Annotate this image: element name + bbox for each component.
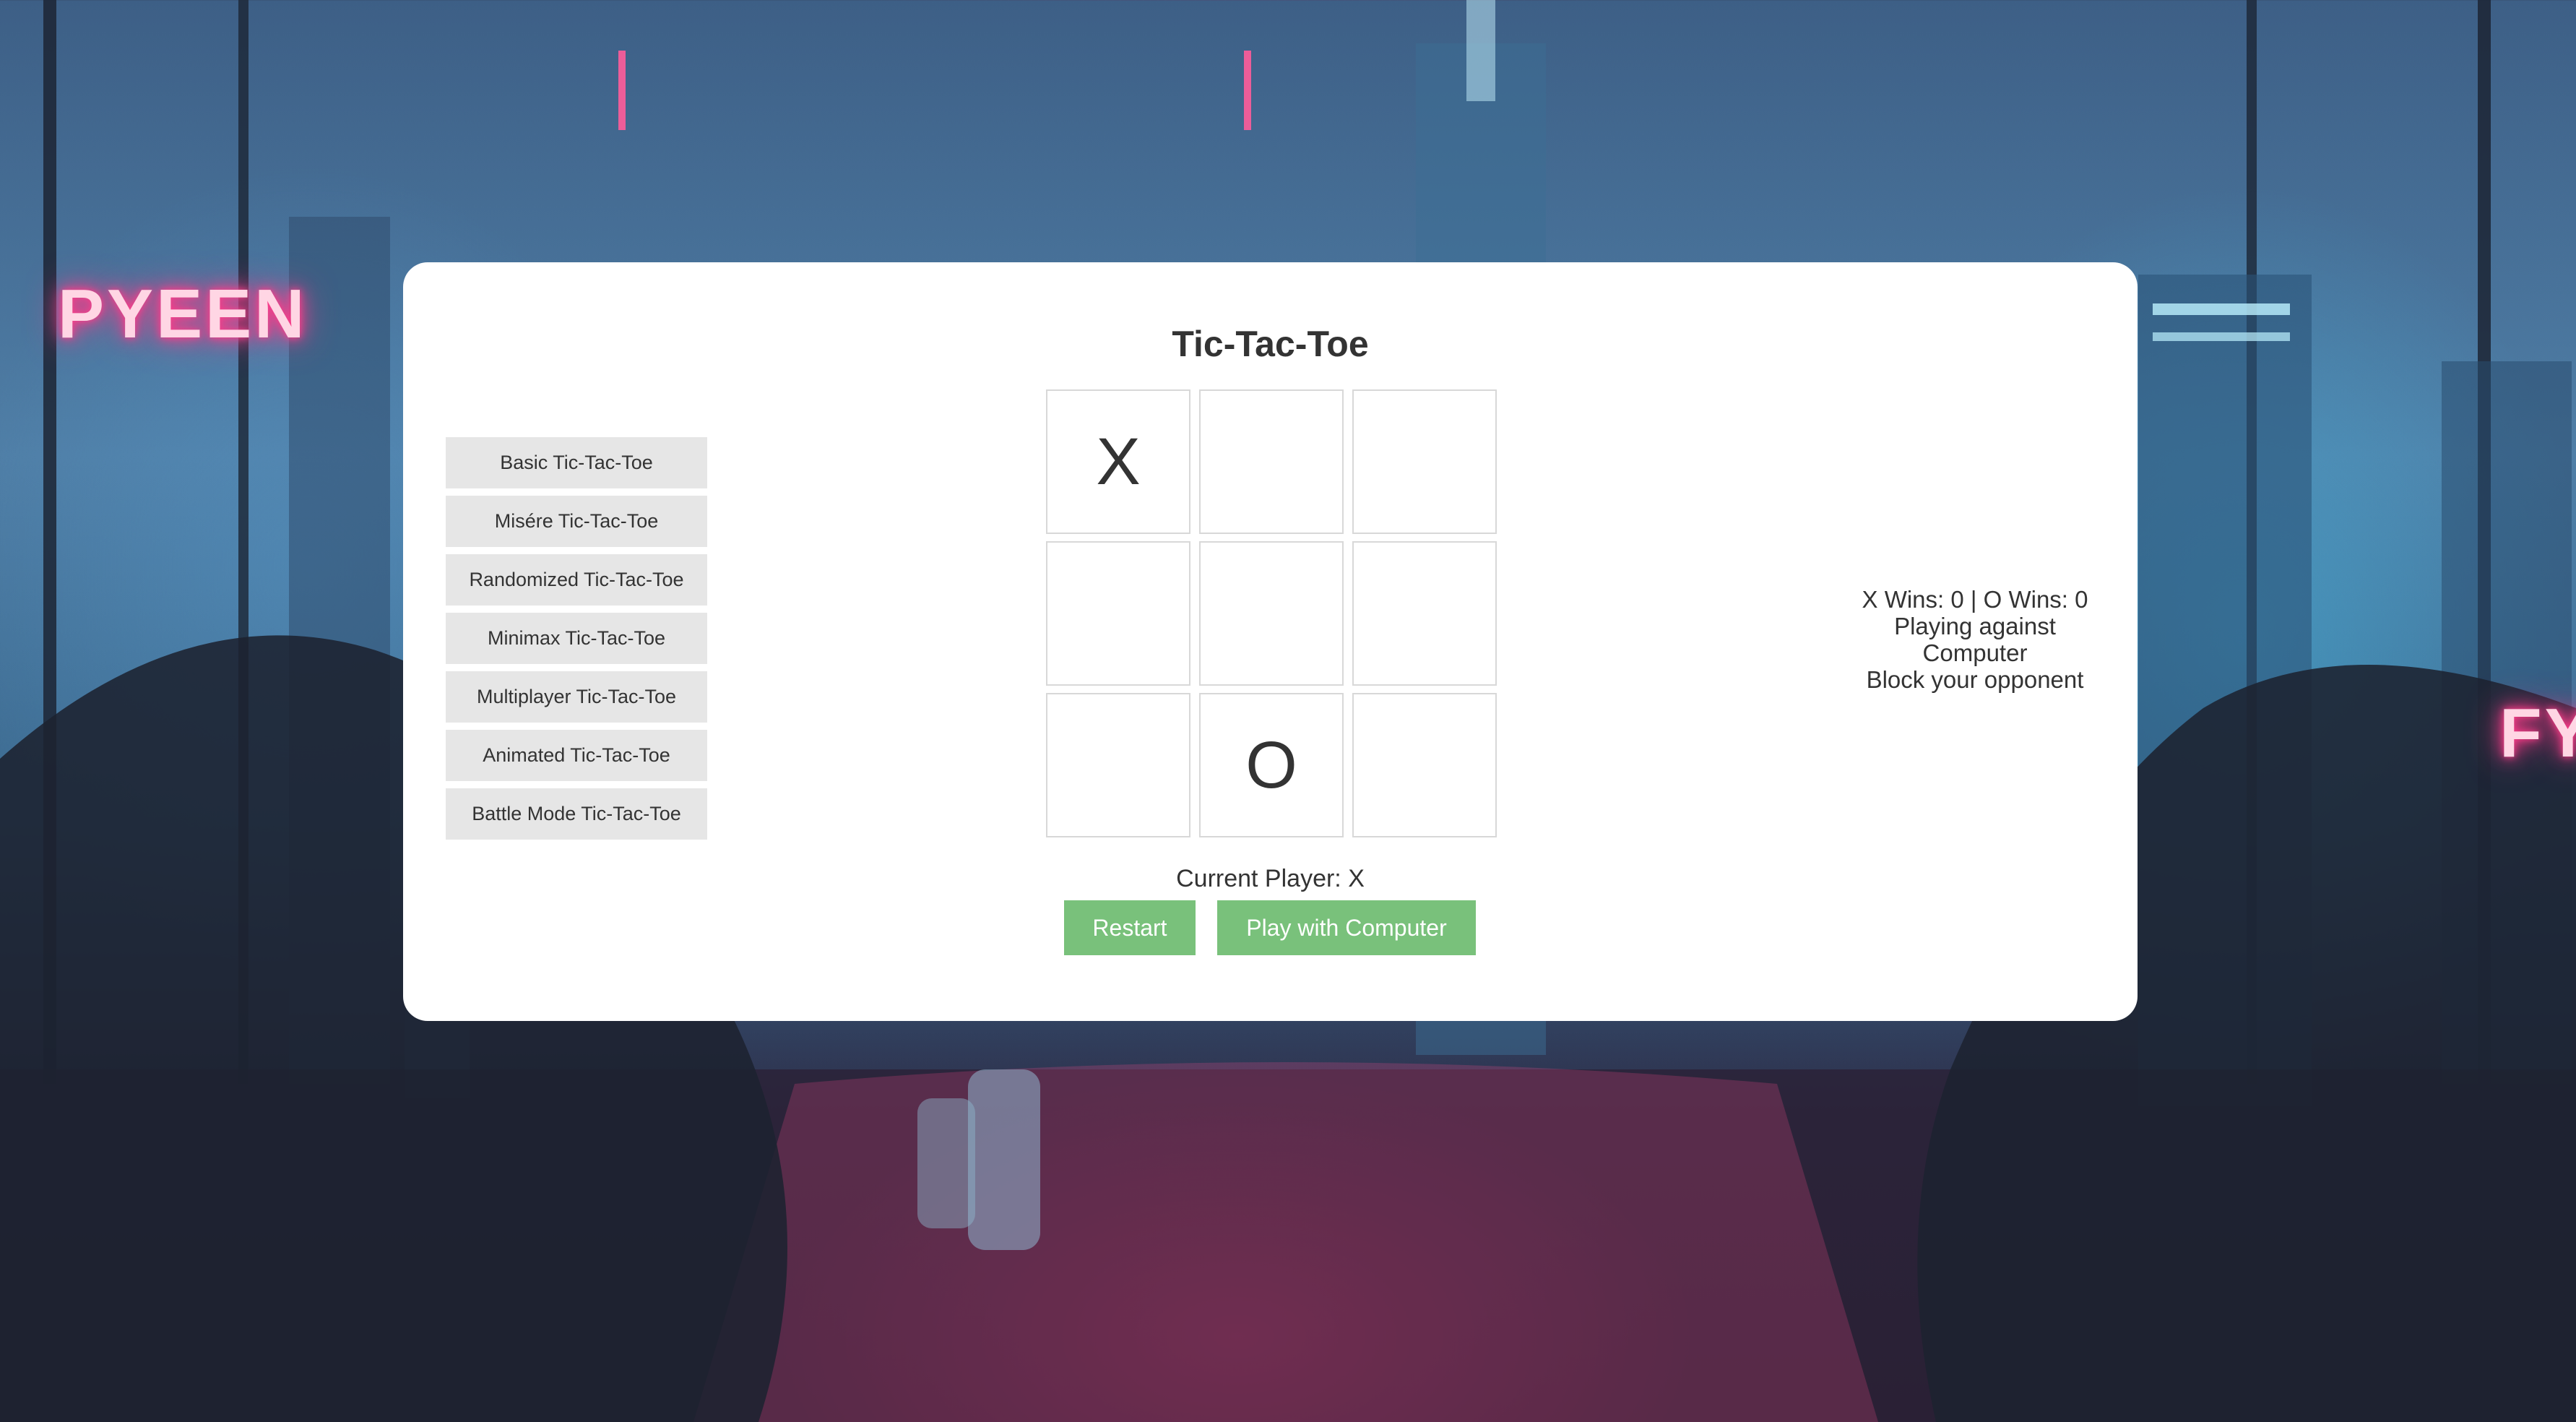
board-cell-3[interactable] bbox=[1352, 389, 1497, 534]
board-cell-9[interactable] bbox=[1352, 693, 1497, 837]
game-board: X O bbox=[1046, 389, 1497, 837]
variant-animated-button[interactable]: Animated Tic-Tac-Toe bbox=[446, 730, 707, 781]
restart-button[interactable]: Restart bbox=[1064, 900, 1196, 955]
variant-minimax-button[interactable]: Minimax Tic-Tac-Toe bbox=[446, 613, 707, 664]
status-panel: X Wins: 0 | O Wins: 0 Playing against Co… bbox=[1834, 586, 2116, 693]
variant-menu: Basic Tic-Tac-Toe Misére Tic-Tac-Toe Ran… bbox=[446, 437, 707, 847]
mode-text-line1: Playing against bbox=[1894, 613, 2056, 639]
score-text: X Wins: 0 | O Wins: 0 bbox=[1862, 586, 2088, 613]
page-title: Tic-Tac-Toe bbox=[1172, 324, 1369, 364]
board-cell-8[interactable]: O bbox=[1199, 693, 1344, 837]
variant-randomized-button[interactable]: Randomized Tic-Tac-Toe bbox=[446, 554, 707, 606]
board-cell-4[interactable] bbox=[1046, 541, 1190, 686]
variant-basic-button[interactable]: Basic Tic-Tac-Toe bbox=[446, 437, 707, 488]
play-with-computer-button[interactable]: Play with Computer bbox=[1217, 900, 1476, 955]
current-player-text: Current Player: X bbox=[1176, 865, 1365, 892]
game-panel: Tic-Tac-Toe Basic Tic-Tac-Toe Misére Tic… bbox=[403, 262, 2138, 1021]
board-cell-1[interactable]: X bbox=[1046, 389, 1190, 534]
variant-battle-mode-button[interactable]: Battle Mode Tic-Tac-Toe bbox=[446, 788, 707, 840]
neon-sign-right: FY bbox=[2499, 694, 2576, 772]
board-cell-2[interactable] bbox=[1199, 389, 1344, 534]
variant-misere-button[interactable]: Misére Tic-Tac-Toe bbox=[446, 496, 707, 547]
neon-sign-left: PYEEN bbox=[58, 275, 308, 353]
board-cell-6[interactable] bbox=[1352, 541, 1497, 686]
variant-multiplayer-button[interactable]: Multiplayer Tic-Tac-Toe bbox=[446, 671, 707, 723]
board-cell-5[interactable] bbox=[1199, 541, 1344, 686]
game-controls: Restart Play with Computer bbox=[1064, 900, 1476, 955]
board-cell-7[interactable] bbox=[1046, 693, 1190, 837]
hint-text: Block your opponent bbox=[1866, 666, 2084, 693]
mode-text-line2: Computer bbox=[1922, 639, 2028, 666]
